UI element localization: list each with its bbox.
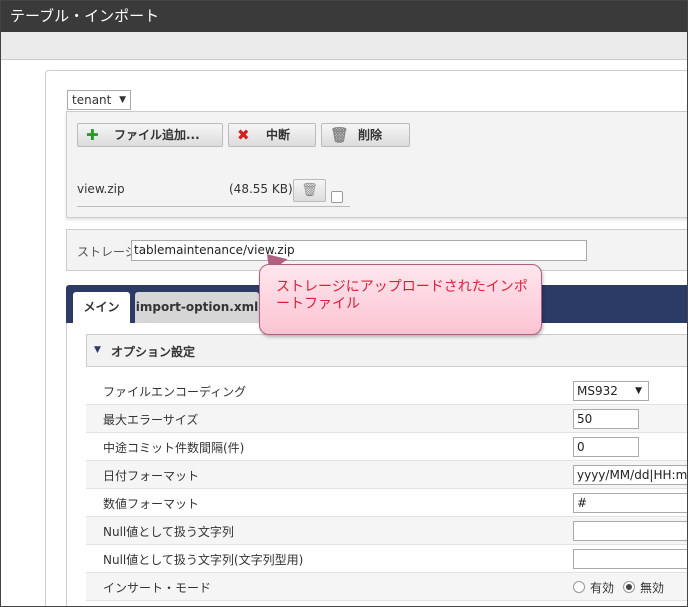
tenant-select-value: tenant bbox=[72, 93, 112, 107]
stop-label: 中断 bbox=[266, 128, 291, 142]
file-divider bbox=[77, 206, 350, 207]
insert-mode-on-radio[interactable] bbox=[573, 581, 585, 593]
insert-mode-on-label: 有効 bbox=[590, 581, 615, 595]
chevron-down-icon: ▼ bbox=[635, 386, 642, 396]
option-label: 最大エラーサイズ bbox=[103, 413, 199, 427]
file-delete-button[interactable]: 🗑 bbox=[293, 179, 326, 202]
date-format-input[interactable]: yyyy/MM/dd|HH:mm:ss bbox=[573, 465, 687, 485]
commit-interval-input[interactable]: 0 bbox=[573, 437, 639, 457]
storage-input[interactable]: tablemaintenance/view.zip bbox=[131, 240, 587, 261]
max-error-size-input[interactable]: 50 bbox=[573, 409, 639, 429]
toolbar bbox=[1, 32, 687, 60]
delete-button[interactable]: 🗑 削除 bbox=[321, 123, 410, 147]
plus-icon: ✚ bbox=[86, 126, 99, 144]
option-label: ファイルエンコーディング bbox=[103, 385, 247, 399]
option-section-title: オプション設定 bbox=[111, 345, 196, 359]
number-format-input[interactable]: # bbox=[573, 493, 687, 513]
delete-label: 削除 bbox=[358, 128, 383, 142]
encoding-select[interactable]: MS932 ▼ bbox=[573, 381, 649, 401]
option-label: インサート・モード bbox=[103, 581, 212, 595]
option-label: Null値として扱う文字列(文字列型用) bbox=[103, 553, 304, 567]
insert-mode-off-label: 無効 bbox=[640, 581, 665, 595]
trash-icon: 🗑 bbox=[330, 126, 350, 144]
encoding-value: MS932 bbox=[577, 384, 618, 398]
window-title: テーブル・インポート bbox=[1, 1, 687, 32]
trash-icon: 🗑 bbox=[301, 183, 318, 198]
file-name: view.zip bbox=[77, 182, 125, 196]
app-window: テーブル・インポート tenant ▼ ✚ ファイル追加... ✖ 中断 🗑 削… bbox=[0, 0, 688, 607]
option-label: Null値として扱う文字列 bbox=[103, 525, 234, 539]
file-size: (48.55 KB) bbox=[229, 182, 293, 196]
option-label: 数値フォーマット bbox=[103, 497, 200, 511]
option-label: 日付フォーマット bbox=[103, 469, 200, 483]
tab-main[interactable]: メイン bbox=[73, 292, 130, 323]
file-checkbox[interactable] bbox=[331, 191, 343, 203]
chevron-down-icon: ▼ bbox=[119, 95, 126, 105]
null-string-input[interactable] bbox=[573, 521, 687, 541]
triangle-down-icon: ▼ bbox=[94, 345, 101, 355]
tab-import-option-xml[interactable]: import-option.xml bbox=[135, 292, 259, 323]
tenant-select[interactable]: tenant ▼ bbox=[67, 90, 131, 110]
add-file-label: ファイル追加... bbox=[114, 128, 200, 142]
insert-mode-off-radio[interactable] bbox=[623, 581, 635, 593]
callout-text: ストレージにアップロードされたインポートファイル bbox=[276, 279, 528, 312]
stop-button[interactable]: ✖ 中断 bbox=[228, 123, 316, 147]
null-string-text-input[interactable] bbox=[573, 549, 687, 569]
x-icon: ✖ bbox=[237, 126, 250, 144]
storage-label: ストレージ bbox=[77, 245, 137, 259]
add-file-button[interactable]: ✚ ファイル追加... bbox=[77, 123, 223, 147]
option-label: 中途コミット件数間隔(件) bbox=[103, 441, 245, 455]
